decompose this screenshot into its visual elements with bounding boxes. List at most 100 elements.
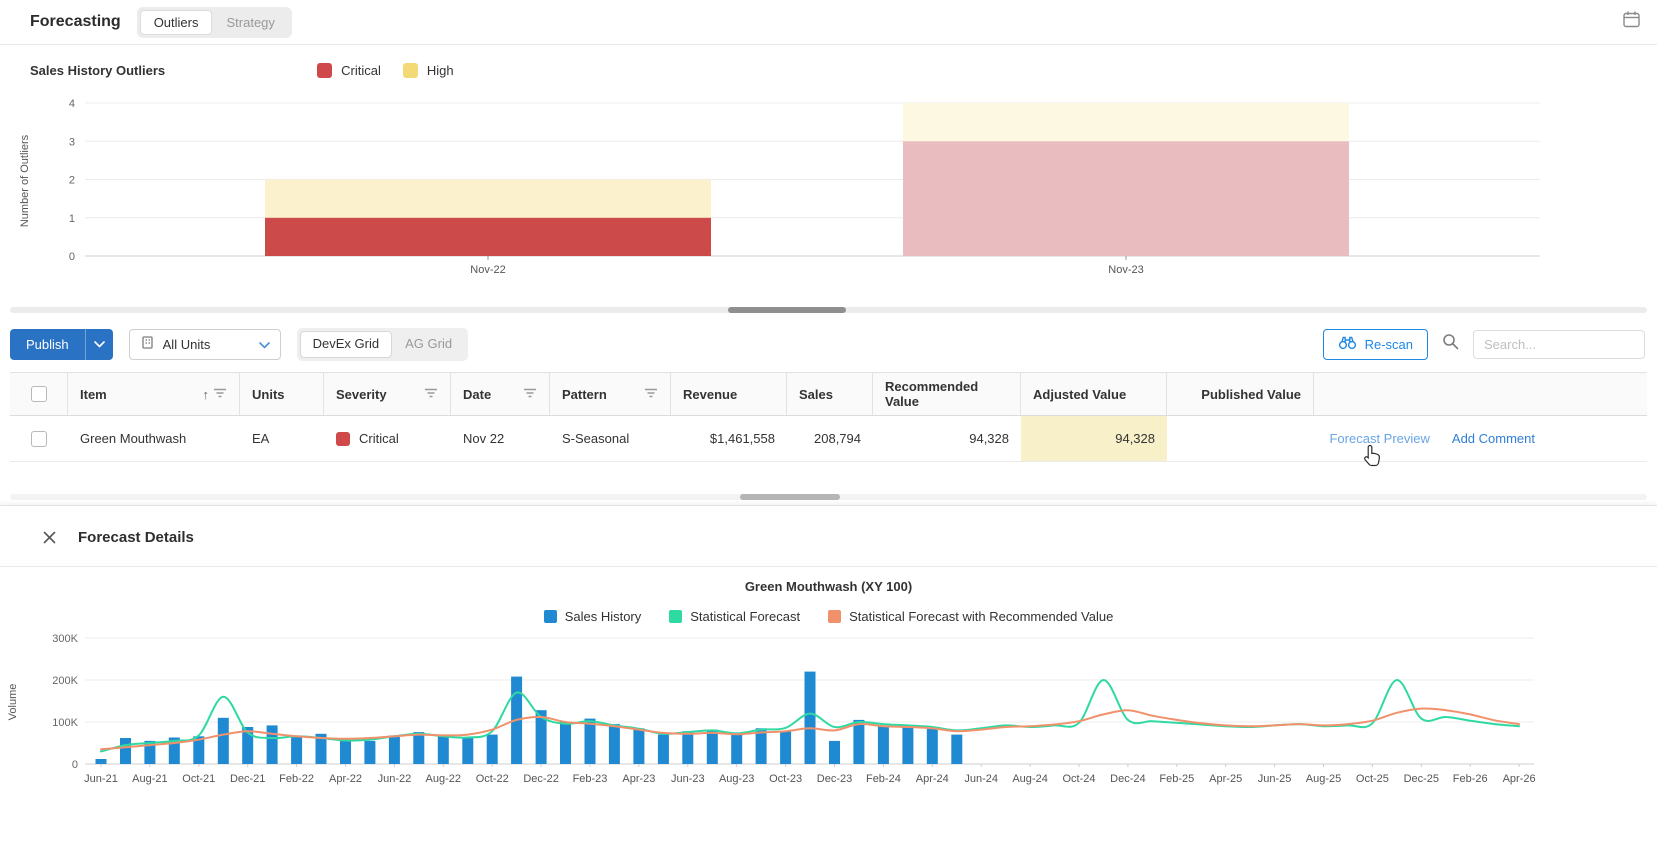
chevron-down-icon: [258, 337, 270, 352]
svg-text:Nov-23: Nov-23: [1108, 264, 1143, 276]
close-icon[interactable]: [34, 522, 64, 552]
filter-icon[interactable]: [644, 387, 658, 402]
filter-icon[interactable]: [523, 387, 537, 402]
svg-text:Aug-21: Aug-21: [132, 773, 167, 785]
col-recommended-value[interactable]: Recommended Value: [873, 373, 1021, 415]
svg-text:Oct-21: Oct-21: [182, 773, 215, 785]
units-filter-value: All Units: [162, 336, 211, 352]
svg-text:Dec-21: Dec-21: [230, 773, 265, 785]
forecast-preview-link[interactable]: Forecast Preview: [1329, 431, 1429, 446]
add-comment-link[interactable]: Add Comment: [1452, 431, 1535, 446]
publish-button[interactable]: Publish: [10, 328, 113, 360]
svg-text:Dec-25: Dec-25: [1404, 773, 1439, 785]
col-severity[interactable]: Severity: [324, 373, 451, 415]
publish-label[interactable]: Publish: [10, 329, 85, 360]
statistical-forecast-swatch: [669, 610, 683, 623]
units-filter-select[interactable]: All Units: [128, 328, 281, 360]
filter-icon[interactable]: [213, 387, 227, 402]
col-sales[interactable]: Sales: [787, 373, 873, 415]
col-revenue-label: Revenue: [683, 386, 738, 402]
svg-text:Aug-22: Aug-22: [426, 773, 461, 785]
col-published-label: Published Value: [1201, 386, 1301, 402]
outliers-bar-chart: 0 1 2 3 4 Number of Outliers Nov-22 Nov-23: [19, 98, 1540, 276]
forecast-chart: 0 100K 200K 300K Volume Jun-21 Aug-21 Oct-21 Dec…: [7, 633, 1536, 785]
col-units[interactable]: Units: [240, 373, 324, 415]
grid-type-toggle: DevEx Grid AG Grid: [296, 327, 469, 361]
svg-text:Dec-22: Dec-22: [523, 773, 558, 785]
svg-text:Jun-23: Jun-23: [671, 773, 705, 785]
select-all-checkbox[interactable]: [30, 386, 47, 402]
outliers-scrollbar[interactable]: [10, 307, 1647, 313]
adjusted-value-cell[interactable]: 94,328: [1021, 416, 1167, 461]
search-input[interactable]: [1473, 329, 1645, 359]
grid-scrollbar[interactable]: [10, 494, 1647, 500]
item-cell: Green Mouthwash: [80, 431, 187, 446]
svg-text:4: 4: [69, 98, 75, 110]
svg-text:1: 1: [69, 213, 75, 225]
svg-text:0: 0: [72, 759, 78, 771]
severity-critical-icon: [336, 431, 350, 446]
col-revenue[interactable]: Revenue: [671, 373, 787, 415]
svg-text:100K: 100K: [52, 717, 78, 729]
legend-item-forecast-recommended: Statistical Forecast with Recommended Va…: [828, 609, 1113, 624]
high-swatch: [402, 63, 418, 78]
svg-text:Nov-22: Nov-22: [470, 264, 505, 276]
svg-text:200K: 200K: [52, 675, 78, 687]
grid-toolbar: Publish All Units DevEx Grid AG Grid Re-…: [0, 324, 1657, 364]
date-cell: Nov 22: [463, 431, 505, 446]
revenue-cell: $1,461,558: [709, 431, 775, 446]
sort-ascending-icon[interactable]: ↑: [203, 387, 210, 402]
col-units-label: Units: [252, 386, 285, 402]
devex-grid-toggle[interactable]: DevEx Grid: [299, 330, 393, 358]
svg-text:Aug-25: Aug-25: [1306, 773, 1341, 785]
units-icon: [140, 335, 155, 353]
svg-text:Feb-26: Feb-26: [1453, 773, 1488, 785]
units-cell: EA: [252, 431, 270, 446]
published-value-cell: [1167, 416, 1314, 461]
col-item[interactable]: Item ↑: [68, 373, 240, 415]
sales-cell: 208,794: [814, 431, 861, 446]
outliers-scrollbar-thumb[interactable]: [728, 307, 846, 313]
select-all-cell: [10, 373, 68, 415]
tab-outliers[interactable]: Outliers: [139, 9, 213, 35]
table-row[interactable]: Green Mouthwash EA Critical Nov 22 S-Sea…: [10, 416, 1647, 462]
col-recommended-label: Recommended Value: [885, 379, 979, 409]
svg-text:2: 2: [69, 175, 75, 187]
pattern-cell: S-Seasonal: [562, 431, 630, 446]
row-checkbox[interactable]: [31, 430, 47, 447]
legend-item-critical: Critical: [317, 63, 381, 78]
legend-critical-label: Critical: [341, 63, 381, 78]
tab-strategy[interactable]: Strategy: [212, 10, 288, 35]
svg-text:Dec-24: Dec-24: [1110, 773, 1145, 785]
severity-cell: Critical: [324, 416, 451, 461]
forecasting-page: Forecasting Outliers Strategy Sales Hist…: [0, 0, 1657, 864]
svg-text:Feb-25: Feb-25: [1159, 773, 1194, 785]
publish-dropdown-button[interactable]: [84, 328, 113, 360]
col-adjusted-label: Adjusted Value: [1033, 386, 1127, 402]
ag-grid-toggle[interactable]: AG Grid: [392, 331, 465, 358]
recommended-value-cell: 94,328: [969, 431, 1009, 446]
svg-text:Oct-24: Oct-24: [1062, 773, 1095, 785]
forecast-details-panel: Forecast Details Green Mouthwash (XY 100…: [0, 505, 1657, 864]
svg-text:Apr-24: Apr-24: [916, 773, 949, 785]
legend-item-high: High: [402, 63, 454, 78]
svg-text:Jun-24: Jun-24: [964, 773, 998, 785]
svg-text:Volume: Volume: [7, 684, 19, 721]
col-adjusted-value[interactable]: Adjusted Value: [1021, 373, 1167, 415]
svg-text:Dec-23: Dec-23: [817, 773, 852, 785]
calendar-icon[interactable]: [1622, 10, 1641, 34]
svg-text:0: 0: [69, 251, 75, 263]
filter-icon[interactable]: [424, 387, 438, 402]
col-published-value[interactable]: Published Value: [1167, 373, 1314, 415]
grid-scrollbar-thumb[interactable]: [740, 494, 840, 500]
col-pattern-label: Pattern: [562, 386, 607, 402]
rescan-button[interactable]: Re-scan: [1322, 328, 1428, 360]
svg-text:Feb-22: Feb-22: [279, 773, 314, 785]
rescan-label[interactable]: Re-scan: [1365, 337, 1413, 352]
col-pattern[interactable]: Pattern: [550, 373, 671, 415]
search-icon[interactable]: [1442, 333, 1459, 355]
sales-history-label: Sales History: [564, 609, 642, 624]
col-actions: [1314, 373, 1647, 415]
svg-text:Apr-25: Apr-25: [1209, 773, 1242, 785]
col-date[interactable]: Date: [451, 373, 550, 415]
